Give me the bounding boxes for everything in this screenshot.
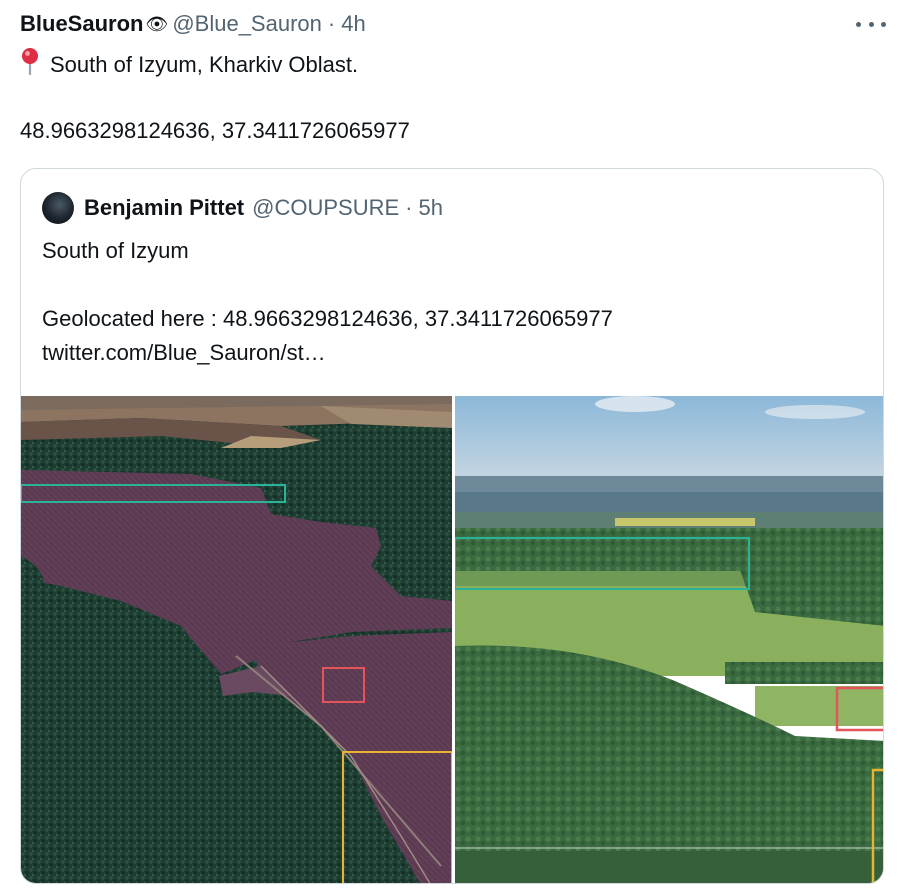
quoted-link[interactable]: twitter.com/Blue_Sauron/st…: [42, 340, 326, 366]
author-name[interactable]: BlueSauron: [20, 11, 143, 37]
satellite-image[interactable]: [21, 396, 452, 883]
more-dot: [868, 21, 874, 27]
tweet-header: BlueSauron 👁 @Blue_Sauron · 4h: [20, 11, 366, 37]
separator-dot: ·: [327, 11, 336, 36]
tweet: BlueSauron 👁 @Blue_Sauron · 4h South of …: [0, 0, 898, 894]
quoted-text-line2: Geolocated here : 48.9663298124636, 37.3…: [42, 306, 613, 331]
location-text: South of Izyum, Kharkiv Oblast.: [50, 52, 359, 77]
tweet-time[interactable]: 4h: [341, 11, 365, 37]
separator-dot: ·: [405, 195, 413, 220]
quoted-tweet[interactable]: Benjamin Pittet @COUPSURE · 5h South of …: [20, 168, 884, 884]
quoted-text-line1: South of Izyum: [42, 238, 189, 263]
tweet-text-location: South of Izyum, Kharkiv Oblast.: [20, 47, 358, 78]
author-handle[interactable]: @Blue_Sauron: [172, 11, 322, 37]
avatar[interactable]: [42, 192, 74, 224]
more-options-icon[interactable]: [856, 12, 886, 36]
more-dot: [856, 21, 861, 27]
eye-emoji-icon: 👁: [145, 13, 169, 34]
more-dot: [881, 21, 886, 27]
coordinates-text: 48.9663298124636, 37.3411726065977: [20, 118, 410, 143]
aerial-photo-image[interactable]: [455, 396, 883, 883]
quoted-tweet-header: Benjamin Pittet @COUPSURE · 5h: [42, 192, 443, 224]
media-grid: [21, 396, 883, 883]
quoted-time[interactable]: 5h: [419, 195, 443, 221]
quoted-author-handle[interactable]: @COUPSURE: [252, 195, 399, 221]
round-pushpin-icon: [22, 48, 38, 75]
quoted-author-name[interactable]: Benjamin Pittet: [84, 195, 244, 221]
